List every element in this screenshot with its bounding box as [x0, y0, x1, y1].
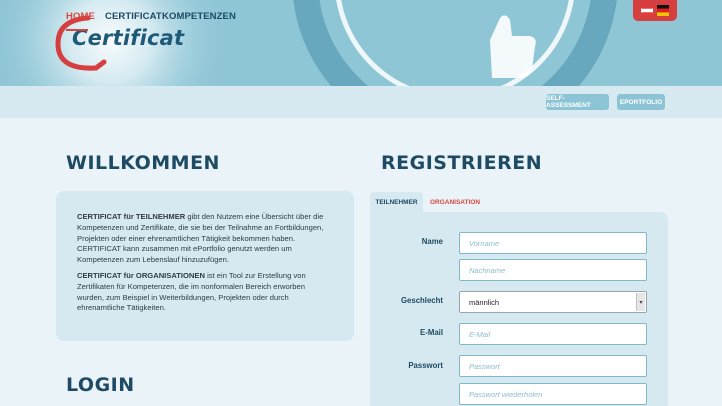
nav-active-underline: [66, 29, 88, 31]
tab-organisation[interactable]: ORGANISATION: [427, 192, 483, 212]
password-input[interactable]: [459, 355, 647, 377]
welcome-heading: WILLKOMMEN: [66, 152, 220, 174]
chevron-down-icon[interactable]: ▾: [636, 293, 645, 311]
email-label: E-Mail: [420, 328, 443, 337]
email-input[interactable]: [459, 323, 647, 345]
nav-kompetenzen[interactable]: KOMPETENZEN: [162, 11, 236, 22]
language-switcher[interactable]: [633, 0, 677, 21]
password-label: Passwort: [408, 361, 443, 370]
self-assessment-button[interactable]: SELF-ASSESSMENT: [546, 94, 609, 110]
register-heading: REGISTRIEREN: [381, 152, 543, 174]
gender-selected-value: männlich: [469, 297, 500, 307]
germany-flag-icon[interactable]: [657, 5, 669, 16]
eportfolio-button[interactable]: EPORTFOLIO: [617, 94, 665, 110]
password-repeat-input[interactable]: [459, 383, 647, 405]
logo-text[interactable]: Certificat: [72, 26, 184, 50]
welcome-p1-strong: CERTIFICAT für TEILNEHMER: [77, 212, 186, 221]
name-label: Name: [421, 237, 443, 246]
welcome-p2-strong: CERTIFICAT für ORGANISATIONEN: [77, 270, 205, 280]
login-heading: LOGIN: [66, 374, 135, 396]
main-navigation: [0, 86, 722, 118]
welcome-box: CERTIFICAT für TEILNEHMER gibt den Nutze…: [56, 191, 354, 341]
gender-label: Geschlecht: [400, 296, 443, 305]
lastname-input[interactable]: [459, 259, 647, 281]
firstname-input[interactable]: [459, 232, 647, 254]
austria-flag-icon[interactable]: [641, 5, 653, 16]
nav-home[interactable]: HOME: [66, 11, 95, 22]
welcome-paragraph-participants: CERTIFICAT für TEILNEHMER gibt den Nutze…: [77, 212, 334, 266]
welcome-paragraph-organisations: CERTIFICAT für ORGANISATIONEN ist ein To…: [77, 271, 334, 314]
nav-certificat[interactable]: CERTIFICAT: [105, 11, 162, 22]
gender-select[interactable]: männlich ▾: [459, 291, 647, 313]
tab-teilnehmer[interactable]: TEILNEHMER: [370, 192, 423, 212]
